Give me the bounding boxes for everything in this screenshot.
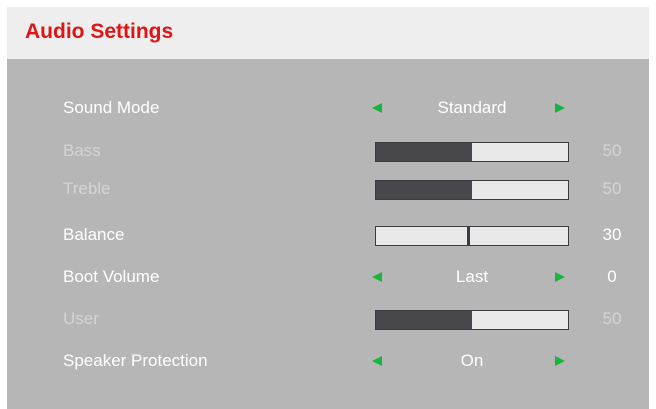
setting-label: Boot Volume [63, 267, 160, 286]
setting-label: Balance [63, 225, 125, 244]
bass-value: 50 [602, 141, 622, 160]
balance-slider[interactable] [375, 226, 569, 246]
setting-row-balance[interactable]: Balance 30 [7, 220, 649, 250]
arrow-right-icon[interactable] [555, 272, 565, 282]
bass-slider [375, 142, 569, 162]
user-value: 50 [602, 309, 622, 328]
setting-row-treble: Treble 50 [7, 174, 649, 204]
setting-label: User [63, 309, 99, 328]
slider-fill [376, 311, 472, 329]
setting-row-sound-mode[interactable]: Sound Mode Standard [7, 93, 649, 123]
boot-volume-option: Last [455, 267, 489, 286]
slider-fill [376, 181, 472, 199]
arrow-left-icon[interactable] [372, 272, 382, 282]
user-slider [375, 310, 569, 330]
header-bar: Audio Settings [7, 7, 649, 59]
arrow-left-icon[interactable] [372, 103, 382, 113]
audio-settings-panel: Audio Settings Sound Mode Standard Bass … [7, 7, 649, 409]
setting-label: Treble [63, 179, 111, 198]
setting-label: Sound Mode [63, 98, 160, 117]
arrow-left-icon[interactable] [372, 356, 382, 366]
treble-slider [375, 180, 569, 200]
setting-row-boot-volume[interactable]: Boot Volume Last 0 [7, 262, 649, 292]
setting-row-user: User 50 [7, 304, 649, 334]
setting-row-bass: Bass 50 [7, 136, 649, 166]
balance-value: 30 [602, 225, 622, 244]
arrow-right-icon[interactable] [555, 356, 565, 366]
setting-label: Bass [63, 141, 101, 160]
sound-mode-value: Standard [437, 98, 507, 117]
slider-fill [376, 143, 472, 161]
boot-volume-value: 0 [607, 267, 617, 286]
slider-marker[interactable] [467, 227, 471, 245]
speaker-protection-value: On [460, 351, 484, 370]
page-title: Audio Settings [25, 20, 174, 43]
treble-value: 50 [602, 179, 622, 198]
arrow-right-icon[interactable] [555, 103, 565, 113]
setting-row-speaker-protection[interactable]: Speaker Protection On [7, 346, 649, 376]
setting-label: Speaker Protection [63, 351, 208, 370]
